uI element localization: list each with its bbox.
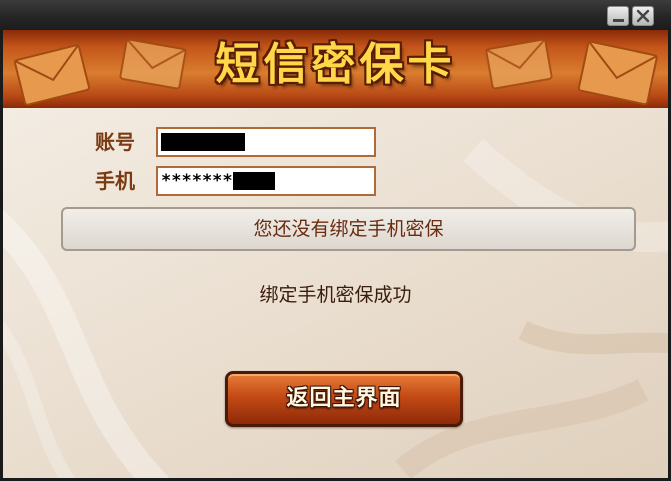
- status-message-bar: 您还没有绑定手机密保: [61, 207, 636, 251]
- window-title-bar[interactable]: [0, 0, 671, 30]
- header-banner: 短信密保卡: [3, 30, 668, 108]
- banner-title: 短信密保卡: [215, 39, 456, 90]
- close-button[interactable]: [632, 6, 654, 26]
- minimize-icon: [613, 19, 624, 22]
- result-message: 绑定手机密保成功: [259, 284, 412, 306]
- phone-redaction: [232, 172, 275, 190]
- account-redaction: [161, 133, 245, 151]
- return-main-button[interactable]: 返回主界面: [225, 371, 463, 427]
- dialog-panel: 短信密保卡 账号 手机 ******* 您还没有绑定手机密保 绑定手机密保成功 …: [3, 30, 668, 478]
- close-icon: [636, 9, 650, 23]
- phone-label: 手机: [95, 169, 135, 193]
- minimize-button[interactable]: [607, 6, 629, 26]
- phone-field[interactable]: *******: [156, 166, 376, 196]
- account-field[interactable]: [156, 127, 376, 157]
- account-label: 账号: [95, 130, 135, 154]
- phone-masked-value: *******: [161, 171, 233, 191]
